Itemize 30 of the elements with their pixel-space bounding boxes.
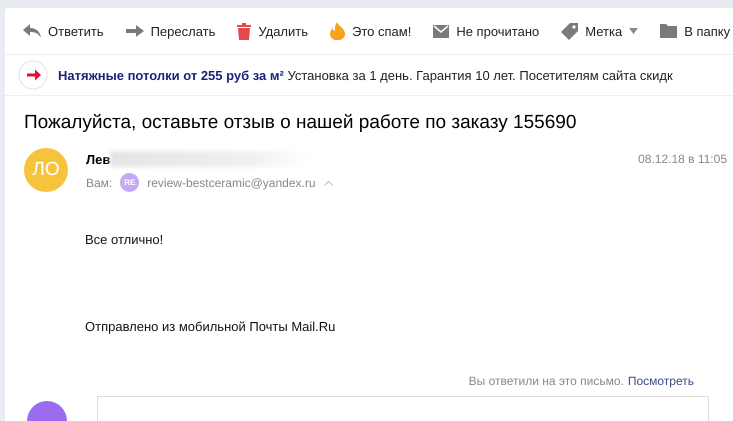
arrow-right-icon: [126, 25, 144, 37]
sender-name: Лев: [86, 152, 110, 166]
toolbar-button[interactable]: Не прочитано: [433, 24, 540, 38]
toolbar-button[interactable]: Это спам!: [330, 22, 412, 40]
toolbar-button[interactable]: Ответить: [23, 24, 104, 38]
toolbar-button[interactable]: Переслать: [126, 24, 216, 38]
toolbar-button[interactable]: Метка: [561, 22, 638, 40]
ad-text: Натяжные потолки от 255 руб за м² Установка за 1 день. Гарантия 10 лет. Посетителям сайта скидк: [58, 68, 673, 82]
view-link[interactable]: Посмотреть: [628, 374, 694, 388]
flame-icon: [330, 22, 346, 40]
folder-icon: [660, 24, 678, 38]
email-subject: Пожалуйста, оставьте отзыв о нашей работе по заказу 155690: [23, 111, 578, 134]
chevron-up-icon[interactable]: [324, 180, 333, 186]
arrow-right-icon: [18, 60, 48, 90]
envelope-icon: [433, 24, 450, 38]
caret-icon: [629, 28, 638, 34]
message-text: Все отлично!: [85, 232, 164, 247]
sender-avatar: ЛО: [24, 148, 68, 192]
message-date: 08.12.18 в 11:05: [638, 152, 727, 166]
reply-icon: [23, 24, 41, 38]
recipient-avatar: RE: [120, 173, 140, 192]
toolbar-button[interactable]: Удалить: [237, 22, 308, 40]
reply-note: Вы ответили на это письмо.: [468, 374, 624, 388]
ad-link[interactable]: Натяжные потолки от 255 руб за м²: [58, 68, 284, 82]
recipient-email[interactable]: review-bestceramic@yandex.ru: [147, 176, 316, 190]
tag-icon: [561, 22, 578, 40]
toolbar-button[interactable]: В папку: [660, 24, 733, 38]
to-label: Вам:: [86, 176, 112, 190]
trash-icon: [237, 22, 252, 40]
message-text: Отправлено из мобильной Почты Mail.Ru: [85, 319, 336, 334]
